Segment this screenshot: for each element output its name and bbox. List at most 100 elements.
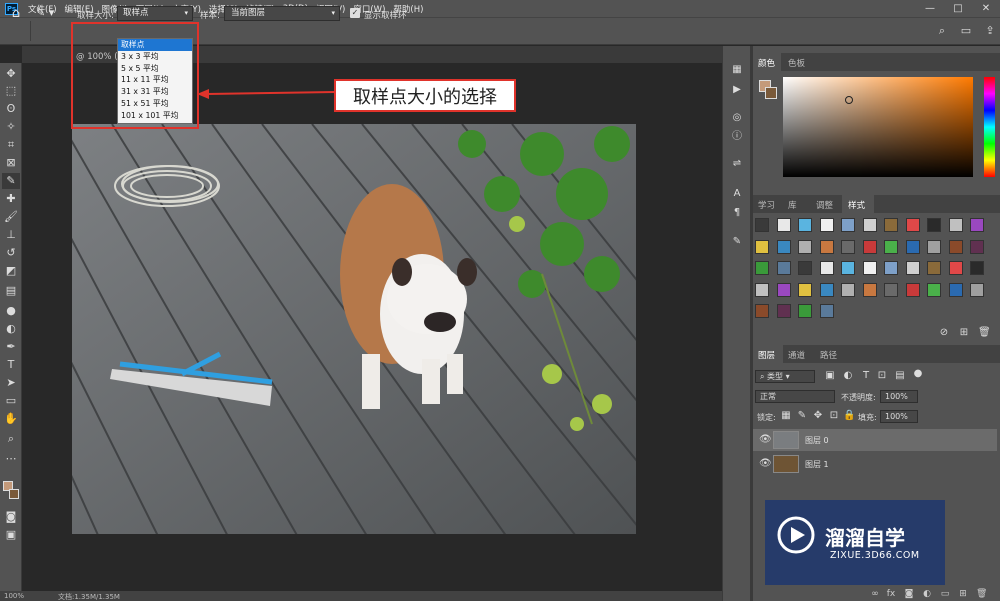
- style-swatch[interactable]: [884, 239, 898, 254]
- document-canvas-image[interactable]: [72, 124, 636, 534]
- style-swatch[interactable]: [927, 261, 941, 275]
- pen-tool-icon[interactable]: ✒: [2, 339, 20, 355]
- lock-all-icon[interactable]: 🔒: [843, 410, 855, 422]
- style-swatch[interactable]: [905, 239, 920, 254]
- home-icon[interactable]: ⌂: [8, 6, 24, 22]
- style-swatch[interactable]: [948, 282, 963, 297]
- style-swatch[interactable]: [884, 261, 898, 275]
- style-swatch[interactable]: [798, 282, 812, 297]
- history-brush-icon[interactable]: ↺: [2, 245, 20, 261]
- style-swatch[interactable]: [905, 261, 920, 275]
- style-swatch[interactable]: [841, 218, 855, 232]
- tab-layers[interactable]: 图层: [758, 349, 775, 361]
- style-swatch[interactable]: [841, 261, 855, 275]
- tool-presets-icon[interactable]: ✎: [731, 236, 743, 248]
- workspace-icon[interactable]: ▭: [958, 23, 974, 39]
- style-swatch[interactable]: [970, 261, 984, 275]
- style-swatch[interactable]: [798, 239, 812, 254]
- style-swatch[interactable]: [819, 218, 834, 232]
- marquee-tool-icon[interactable]: ⬚: [2, 83, 20, 99]
- minimize-button[interactable]: —: [916, 0, 944, 17]
- style-swatch[interactable]: [905, 282, 920, 297]
- style-swatch[interactable]: [755, 282, 769, 297]
- color-picker-field[interactable]: [783, 77, 973, 177]
- tab-channels[interactable]: 通道: [788, 349, 805, 361]
- move-tool-icon[interactable]: ✥: [2, 66, 20, 82]
- no-style-icon[interactable]: ⊘: [938, 327, 950, 339]
- adjustment-layer-icon[interactable]: ◐: [922, 589, 932, 599]
- eraser-tool-icon[interactable]: ◩: [2, 263, 20, 279]
- filter-pixel-icon[interactable]: ▣: [824, 370, 836, 382]
- filter-type-icon[interactable]: T: [860, 370, 872, 382]
- style-swatch[interactable]: [970, 218, 984, 232]
- add-mask-icon[interactable]: ◙: [904, 589, 914, 599]
- style-swatch[interactable]: [970, 239, 984, 254]
- sample-size-select[interactable]: 取样点 ▾: [117, 6, 193, 21]
- layer-row[interactable]: 👁 图层 0: [753, 429, 997, 451]
- style-swatch[interactable]: [776, 239, 791, 254]
- style-swatch[interactable]: [927, 218, 941, 232]
- delete-layer-icon[interactable]: 🗑: [976, 589, 987, 599]
- zoom-level[interactable]: 100%: [4, 592, 24, 600]
- tab-swatches[interactable]: 色板: [788, 57, 805, 69]
- sample-select[interactable]: 当前图层 ▾: [224, 6, 340, 21]
- type-tool-icon[interactable]: T: [2, 357, 20, 373]
- color-picker-cursor[interactable]: [845, 96, 853, 104]
- screen-mode-icon[interactable]: ▣: [2, 527, 20, 543]
- info-icon[interactable]: ⓘ: [731, 131, 743, 143]
- new-layer-icon[interactable]: ⊞: [958, 589, 968, 599]
- background-color-swatch[interactable]: [9, 489, 19, 499]
- healing-brush-icon[interactable]: ✚: [2, 191, 20, 207]
- new-style-icon[interactable]: ⊞: [958, 327, 970, 339]
- style-swatch[interactable]: [862, 218, 877, 232]
- new-group-icon[interactable]: ▭: [940, 589, 950, 599]
- filter-smart-icon[interactable]: ▤: [894, 370, 906, 382]
- lock-transparent-icon[interactable]: ▦: [780, 410, 792, 422]
- style-swatch[interactable]: [970, 282, 984, 297]
- panel-background-swatch[interactable]: [765, 87, 777, 99]
- opacity-input[interactable]: 100%: [880, 390, 918, 403]
- eye-icon[interactable]: 👁: [759, 434, 772, 445]
- path-selection-icon[interactable]: ➤: [2, 375, 20, 391]
- tab-styles[interactable]: 样式: [848, 199, 865, 211]
- style-swatch[interactable]: [798, 218, 812, 232]
- actions-panel-icon[interactable]: ▶: [731, 84, 743, 96]
- lock-artboard-icon[interactable]: ⊡: [828, 410, 840, 422]
- tab-libraries[interactable]: 库: [788, 199, 797, 211]
- filter-adjustment-icon[interactable]: ◐: [842, 370, 854, 382]
- style-swatch[interactable]: [798, 261, 812, 275]
- style-swatch[interactable]: [862, 239, 877, 254]
- style-swatch[interactable]: [819, 304, 834, 318]
- style-swatch[interactable]: [841, 282, 855, 297]
- properties-icon[interactable]: ⇌: [731, 158, 743, 170]
- lock-image-icon[interactable]: ✎: [796, 410, 808, 422]
- style-swatch[interactable]: [819, 261, 834, 275]
- search-icon[interactable]: ⌕: [934, 23, 950, 39]
- paragraph-icon[interactable]: ¶: [731, 207, 743, 219]
- hand-tool-icon[interactable]: ✋: [2, 411, 20, 427]
- maximize-button[interactable]: □: [944, 0, 972, 17]
- tab-adjustments[interactable]: 调整: [816, 199, 833, 211]
- style-swatch[interactable]: [776, 218, 791, 232]
- quick-mask-icon[interactable]: ◙: [2, 509, 20, 525]
- style-swatch[interactable]: [819, 239, 834, 254]
- dodge-tool-icon[interactable]: ◐: [2, 321, 20, 337]
- blur-tool-icon[interactable]: ●: [2, 303, 20, 319]
- style-swatch[interactable]: [776, 261, 791, 275]
- style-swatch[interactable]: [776, 304, 791, 318]
- rectangle-tool-icon[interactable]: ▭: [2, 393, 20, 409]
- document-info[interactable]: 文档:1.35M/1.35M: [58, 592, 120, 601]
- style-swatch[interactable]: [905, 218, 920, 232]
- frame-tool-icon[interactable]: ⊠: [2, 155, 20, 171]
- trash-icon[interactable]: 🗑: [978, 327, 991, 339]
- style-swatch[interactable]: [862, 282, 877, 297]
- zoom-tool-icon[interactable]: ⌕: [2, 431, 20, 447]
- brush-tool-icon[interactable]: 🖌: [2, 209, 20, 225]
- blend-mode-select[interactable]: 正常: [755, 390, 835, 403]
- style-swatch[interactable]: [798, 304, 812, 318]
- tab-paths[interactable]: 路径: [820, 349, 837, 361]
- share-icon[interactable]: ⇪: [982, 23, 998, 39]
- layer-style-icon[interactable]: fx: [886, 589, 896, 599]
- style-swatch[interactable]: [927, 282, 941, 297]
- eye-icon[interactable]: 👁: [759, 458, 772, 469]
